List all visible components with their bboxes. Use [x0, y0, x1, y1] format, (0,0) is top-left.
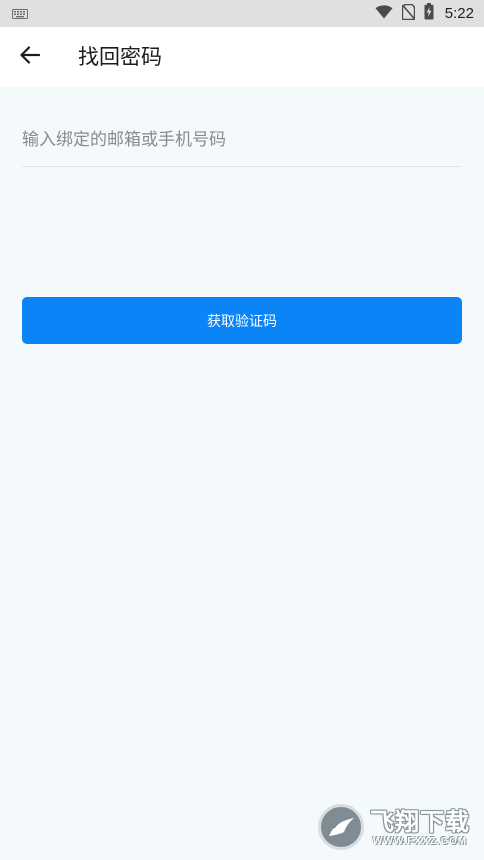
status-left [12, 4, 28, 23]
wifi-icon [375, 4, 393, 23]
status-right: 5:22 [375, 3, 474, 24]
watermark-brand: 飞翔下载 [370, 807, 470, 836]
back-button[interactable] [18, 45, 42, 69]
keyboard-icon [12, 4, 28, 23]
status-bar: 5:22 [0, 0, 484, 27]
account-input[interactable] [22, 113, 462, 167]
get-verification-code-button[interactable]: 获取验证码 [22, 297, 462, 344]
app-bar: 找回密码 [0, 27, 484, 87]
page-title: 找回密码 [78, 45, 162, 69]
watermark-logo [318, 804, 364, 850]
find-password-screen: 5:22 找回密码 获取验证码 飞翔下载 WWW.FXXZ.COM [0, 0, 484, 860]
watermark-text: 飞翔下载 WWW.FXXZ.COM [370, 808, 470, 847]
no-sim-icon [401, 3, 415, 24]
watermark: 飞翔下载 WWW.FXXZ.COM [318, 801, 478, 853]
arrow-left-icon [20, 46, 41, 68]
status-time: 5:22 [444, 5, 474, 22]
watermark-url: WWW.FXXZ.COM [372, 835, 468, 847]
battery-charging-icon [424, 3, 434, 24]
